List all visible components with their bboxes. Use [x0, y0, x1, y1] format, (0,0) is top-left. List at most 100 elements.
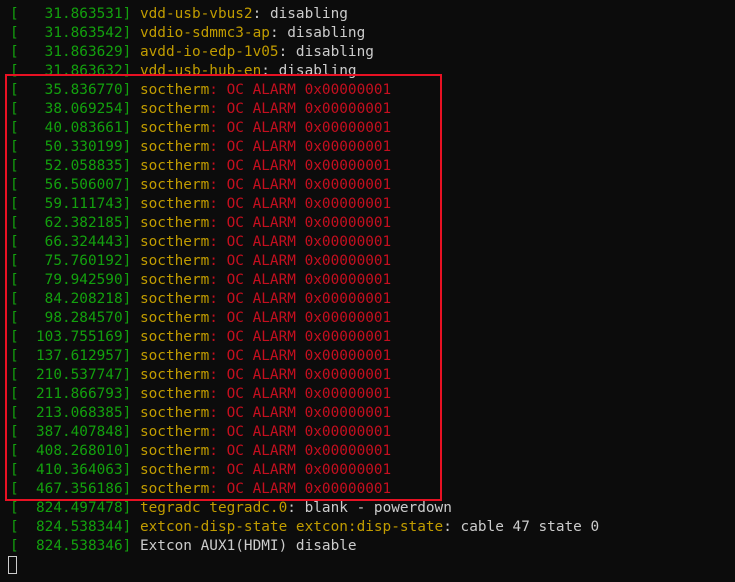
log-separator: : — [209, 329, 227, 345]
log-timestamp: [ 137.612957] — [10, 348, 140, 364]
log-line-alarm: [ 40.083661] soctherm: OC ALARM 0x000000… — [0, 119, 735, 138]
log-separator: : — [209, 272, 227, 288]
log-separator: : — [209, 367, 227, 383]
log-message: OC ALARM 0x00000001 — [226, 481, 392, 497]
log-message: OC ALARM 0x00000001 — [226, 253, 392, 269]
log-message: OC ALARM 0x00000001 — [226, 82, 392, 98]
log-timestamp: [ 59.111743] — [10, 196, 140, 212]
log-timestamp: [ 66.324443] — [10, 234, 140, 250]
log-timestamp: [ 31.863632] — [10, 63, 140, 79]
log-message: OC ALARM 0x00000001 — [226, 272, 392, 288]
log-device: soctherm — [139, 386, 210, 402]
log-separator: : — [209, 234, 227, 250]
log-line-alarm: [ 213.068385] soctherm: OC ALARM 0x00000… — [0, 404, 735, 423]
terminal-cursor — [8, 556, 17, 574]
log-timestamp: [ 410.364063] — [10, 462, 140, 478]
log-message: disabling — [295, 44, 374, 60]
log-message: disabling — [287, 25, 366, 41]
log-message: OC ALARM 0x00000001 — [226, 291, 392, 307]
log-line-alarm: [ 59.111743] soctherm: OC ALARM 0x000000… — [0, 195, 735, 214]
log-separator: : — [209, 215, 227, 231]
log-separator: : — [261, 63, 279, 79]
log-line: [ 824.538346] Extcon AUX1(HDMI) disable — [0, 537, 735, 556]
log-device: tegradc tegradc.0 — [139, 500, 288, 516]
log-device: soctherm — [139, 481, 210, 497]
log-device: avdd-io-edp-1v05 — [139, 44, 279, 60]
log-separator: : — [209, 120, 227, 136]
log-device: soctherm — [139, 120, 210, 136]
log-separator: : — [209, 443, 227, 459]
log-timestamp: [ 38.069254] — [10, 101, 140, 117]
log-message: OC ALARM 0x00000001 — [226, 367, 392, 383]
log-timestamp: [ 408.268010] — [10, 443, 140, 459]
log-line: [ 824.497478] tegradc tegradc.0: blank -… — [0, 499, 735, 518]
log-device: vdd-usb-vbus2 — [139, 6, 253, 22]
log-timestamp: [ 213.068385] — [10, 405, 140, 421]
log-device: soctherm — [139, 291, 210, 307]
log-message: blank - powerdown — [304, 500, 452, 516]
log-message: Extcon AUX1(HDMI) disable — [139, 538, 357, 554]
log-timestamp: [ 79.942590] — [10, 272, 140, 288]
log-line-alarm: [ 84.208218] soctherm: OC ALARM 0x000000… — [0, 290, 735, 309]
log-timestamp: [ 824.538344] — [10, 519, 140, 535]
log-line-alarm: [ 103.755169] soctherm: OC ALARM 0x00000… — [0, 328, 735, 347]
log-device: soctherm — [139, 329, 210, 345]
log-separator: : — [209, 348, 227, 364]
log-separator: : — [209, 291, 227, 307]
kernel-log: [ 31.863531] vdd-usb-vbus2: disabling[ 3… — [0, 5, 735, 556]
log-timestamp: [ 31.863531] — [10, 6, 140, 22]
log-line: [ 31.863542] vddio-sdmmc3-ap: disabling — [0, 24, 735, 43]
log-timestamp: [ 31.863629] — [10, 44, 140, 60]
log-message: OC ALARM 0x00000001 — [226, 101, 392, 117]
log-device: soctherm — [139, 310, 210, 326]
log-separator: : — [209, 424, 227, 440]
log-timestamp: [ 211.866793] — [10, 386, 140, 402]
log-timestamp: [ 84.208218] — [10, 291, 140, 307]
log-line-alarm: [ 56.506007] soctherm: OC ALARM 0x000000… — [0, 176, 735, 195]
log-message: OC ALARM 0x00000001 — [226, 177, 392, 193]
log-timestamp: [ 467.356186] — [10, 481, 140, 497]
log-message: OC ALARM 0x00000001 — [226, 348, 392, 364]
log-line-alarm: [ 52.058835] soctherm: OC ALARM 0x000000… — [0, 157, 735, 176]
log-line-alarm: [ 38.069254] soctherm: OC ALARM 0x000000… — [0, 100, 735, 119]
log-device: soctherm — [139, 424, 210, 440]
log-message: OC ALARM 0x00000001 — [226, 386, 392, 402]
log-message: OC ALARM 0x00000001 — [226, 405, 392, 421]
log-line-alarm: [ 210.537747] soctherm: OC ALARM 0x00000… — [0, 366, 735, 385]
log-timestamp: [ 50.330199] — [10, 139, 140, 155]
log-separator: : — [209, 462, 227, 478]
log-separator: : — [252, 6, 270, 22]
log-device: soctherm — [139, 177, 210, 193]
log-line-alarm: [ 79.942590] soctherm: OC ALARM 0x000000… — [0, 271, 735, 290]
log-device: soctherm — [139, 82, 210, 98]
log-device: soctherm — [139, 234, 210, 250]
log-line-alarm: [ 75.760192] soctherm: OC ALARM 0x000000… — [0, 252, 735, 271]
log-line-alarm: [ 211.866793] soctherm: OC ALARM 0x00000… — [0, 385, 735, 404]
log-device: soctherm — [139, 139, 210, 155]
terminal-window[interactable]: [ 31.863531] vdd-usb-vbus2: disabling[ 3… — [0, 0, 735, 582]
log-device: soctherm — [139, 443, 210, 459]
log-device: soctherm — [139, 101, 210, 117]
log-line-alarm: [ 35.836770] soctherm: OC ALARM 0x000000… — [0, 81, 735, 100]
log-timestamp: [ 824.538346] — [10, 538, 140, 554]
log-separator: : — [209, 310, 227, 326]
log-timestamp: [ 62.382185] — [10, 215, 140, 231]
log-device: soctherm — [139, 462, 210, 478]
log-message: OC ALARM 0x00000001 — [226, 139, 392, 155]
log-line-alarm: [ 410.364063] soctherm: OC ALARM 0x00000… — [0, 461, 735, 480]
log-line-alarm: [ 387.407848] soctherm: OC ALARM 0x00000… — [0, 423, 735, 442]
log-timestamp: [ 387.407848] — [10, 424, 140, 440]
log-timestamp: [ 35.836770] — [10, 82, 140, 98]
log-line: [ 31.863632] vdd-usb-hub-en: disabling — [0, 62, 735, 81]
log-device: extcon-disp-state extcon:disp-state — [139, 519, 444, 535]
log-message: OC ALARM 0x00000001 — [226, 443, 392, 459]
log-device: vddio-sdmmc3-ap — [139, 25, 270, 41]
log-line: [ 824.538344] extcon-disp-state extcon:d… — [0, 518, 735, 537]
log-separator: : — [287, 500, 305, 516]
log-timestamp: [ 98.284570] — [10, 310, 140, 326]
log-separator: : — [209, 481, 227, 497]
log-device: soctherm — [139, 215, 210, 231]
log-separator: : — [278, 44, 296, 60]
log-line-alarm: [ 66.324443] soctherm: OC ALARM 0x000000… — [0, 233, 735, 252]
log-device: soctherm — [139, 272, 210, 288]
